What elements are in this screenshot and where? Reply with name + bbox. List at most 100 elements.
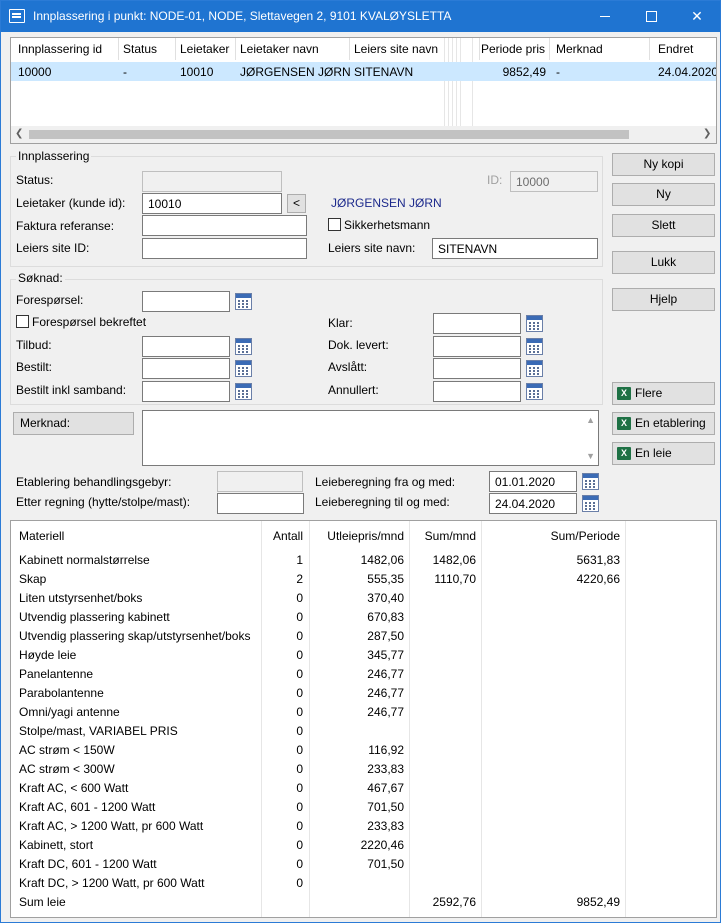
site-navn-input[interactable]: SITENAVN <box>432 238 598 259</box>
column-header-merknad[interactable]: Merknad <box>550 38 650 60</box>
avslatt-date[interactable] <box>433 358 521 379</box>
dok-levert-date[interactable] <box>433 336 521 357</box>
materiell-cell: AC strøm < 300W <box>19 762 115 776</box>
placement-table[interactable]: Innplassering id Status Leietaker Leieta… <box>10 37 717 144</box>
sum-mnd-cell: 2592,76 <box>432 895 476 909</box>
leietaker-label: Leietaker (kunde id): <box>16 196 126 210</box>
table-row[interactable]: Sum leie 2592,76 9852,49 <box>11 893 716 912</box>
tilbud-date[interactable] <box>142 336 230 357</box>
column-header-periode-pris[interactable]: Periode pris <box>480 38 550 60</box>
klar-date[interactable] <box>433 313 521 334</box>
column-header-id[interactable]: Innplassering id <box>11 38 119 60</box>
foresporsel-date[interactable] <box>142 291 230 312</box>
merknad-textarea[interactable]: ▲ ▼ <box>142 410 599 466</box>
material-table[interactable]: Materiell Antall Utleiepris/mnd Sum/mnd … <box>10 520 717 918</box>
annullert-date[interactable] <box>433 381 521 402</box>
merknad-button[interactable]: Merknad: <box>13 412 134 435</box>
bestilt-samband-date[interactable] <box>142 381 230 402</box>
id-field: 10000 <box>510 171 598 192</box>
horizontal-scrollbar[interactable]: ❮ ❯ <box>11 126 716 143</box>
etablering-gebyr-field <box>217 471 303 492</box>
id-label: ID: <box>487 173 503 187</box>
calendar-icon[interactable] <box>235 338 252 355</box>
calendar-icon[interactable] <box>235 360 252 377</box>
calendar-icon[interactable] <box>526 338 543 355</box>
materiell-cell: Kraft AC, 601 - 1200 Watt <box>19 800 156 814</box>
table-row[interactable]: 10000 - 10010 JØRGENSEN JØRN SITENAVN 98… <box>11 62 716 81</box>
antall-cell: 2 <box>296 572 303 586</box>
table-row[interactable]: Kraft AC, < 600 Watt 0 467,67 <box>11 779 716 798</box>
table-row[interactable]: Utvendig plassering skap/utstyrsenhet/bo… <box>11 627 716 646</box>
foresporsel-label: Forespørsel: <box>16 293 84 307</box>
antall-cell: 0 <box>296 667 303 681</box>
calendar-icon[interactable] <box>526 383 543 400</box>
column-header-status[interactable]: Status <box>119 38 176 60</box>
calendar-icon[interactable] <box>582 495 599 512</box>
leieberegning-til-date[interactable]: 24.04.2020 <box>489 493 577 514</box>
site-id-label: Leiers site ID: <box>16 241 90 255</box>
minimize-button[interactable] <box>582 1 628 32</box>
scroll-right-icon[interactable]: ❯ <box>703 128 711 139</box>
table-row[interactable]: AC strøm < 300W 0 233,83 <box>11 760 716 779</box>
calendar-icon[interactable] <box>582 473 599 490</box>
leietaker-input[interactable]: 10010 <box>142 193 282 214</box>
flere-excel-button[interactable]: X Flere <box>612 382 715 405</box>
column-header-utleiepris[interactable]: Utleiepris/mnd <box>309 529 404 543</box>
faktura-input[interactable] <box>142 215 307 236</box>
scroll-left-icon[interactable]: ❮ <box>15 128 23 139</box>
materiell-cell: Kraft AC, > 1200 Watt, pr 600 Watt <box>19 819 204 833</box>
table-row[interactable]: Kabinett normalstørrelse 1 1482,06 1482,06 5… <box>11 551 716 570</box>
slett-button[interactable]: Slett <box>612 214 715 237</box>
table-row[interactable]: Panelantenne 0 246,77 <box>11 665 716 684</box>
table-row[interactable]: Kraft AC, 601 - 1200 Watt 0 701,50 <box>11 798 716 817</box>
lookup-button[interactable]: < <box>287 194 306 213</box>
table-row[interactable]: Omni/yagi antenne 0 246,77 <box>11 703 716 722</box>
title-bar[interactable]: Innplassering i punkt: NODE-01, NODE, Sl… <box>1 1 720 32</box>
column-header-endret[interactable]: Endret <box>650 38 716 60</box>
site-id-input[interactable] <box>142 238 307 259</box>
table-row[interactable]: AC strøm < 150W 0 116,92 <box>11 741 716 760</box>
column-header-leietaker[interactable]: Leietaker <box>176 38 236 60</box>
foresporsel-bekreftet-checkbox[interactable] <box>16 315 29 328</box>
column-header-sum-periode[interactable]: Sum/Periode <box>481 529 620 543</box>
materiell-cell: Panelantenne <box>19 667 94 681</box>
column-header-sum-mnd[interactable]: Sum/mnd <box>409 529 476 543</box>
hjelp-button[interactable]: Hjelp <box>612 288 715 311</box>
scroll-down-icon[interactable]: ▼ <box>586 451 595 461</box>
table-row[interactable]: Kraft DC, > 1200 Watt, pr 600 Watt 0 <box>11 874 716 893</box>
calendar-icon[interactable] <box>235 383 252 400</box>
bestilt-date[interactable] <box>142 358 230 379</box>
table-row[interactable]: Kraft DC, 601 - 1200 Watt 0 701,50 <box>11 855 716 874</box>
column-header-leietaker-navn[interactable]: Leietaker navn <box>236 38 350 60</box>
calendar-icon[interactable] <box>235 293 252 310</box>
calendar-icon[interactable] <box>526 360 543 377</box>
scroll-up-icon[interactable]: ▲ <box>586 415 595 425</box>
column-header-antall[interactable]: Antall <box>261 529 303 543</box>
leieberegning-fra-date[interactable]: 01.01.2020 <box>489 471 577 492</box>
sikkerhetsmann-checkbox[interactable] <box>328 218 341 231</box>
ny-button[interactable]: Ny <box>612 183 715 206</box>
table-row[interactable]: Høyde leie 0 345,77 <box>11 646 716 665</box>
lukk-button[interactable]: Lukk <box>612 251 715 274</box>
calendar-icon[interactable] <box>526 315 543 332</box>
table-row[interactable]: Liten utstyrsenhet/boks 0 370,40 <box>11 589 716 608</box>
maximize-button[interactable] <box>628 1 674 32</box>
ny-kopi-button[interactable]: Ny kopi <box>612 153 715 176</box>
table-row[interactable]: Skap 2 555,35 1110,70 4220,66 <box>11 570 716 589</box>
table-row[interactable]: Stolpe/mast, VARIABEL PRIS 0 <box>11 722 716 741</box>
materiell-cell: Utvendig plassering kabinett <box>19 610 170 624</box>
antall-cell: 0 <box>296 800 303 814</box>
antall-cell: 1 <box>296 553 303 567</box>
en-leie-excel-button[interactable]: X En leie <box>612 442 715 465</box>
table-row[interactable]: Utvendig plassering kabinett 0 670,83 <box>11 608 716 627</box>
close-button[interactable]: ✕ <box>674 1 720 32</box>
etter-regning-input[interactable] <box>217 493 304 514</box>
utleiepris-cell: 555,35 <box>367 572 404 586</box>
table-row[interactable]: Kraft AC, > 1200 Watt, pr 600 Watt 0 233,8… <box>11 817 716 836</box>
scroll-thumb[interactable] <box>29 130 629 139</box>
en-etablering-excel-button[interactable]: X En etablering <box>612 412 715 435</box>
materiell-cell: Omni/yagi antenne <box>19 705 120 719</box>
table-row[interactable]: Kabinett, stort 0 2220,46 <box>11 836 716 855</box>
table-row[interactable]: Parabolantenne 0 246,77 <box>11 684 716 703</box>
column-header-materiell[interactable]: Materiell <box>19 529 64 543</box>
